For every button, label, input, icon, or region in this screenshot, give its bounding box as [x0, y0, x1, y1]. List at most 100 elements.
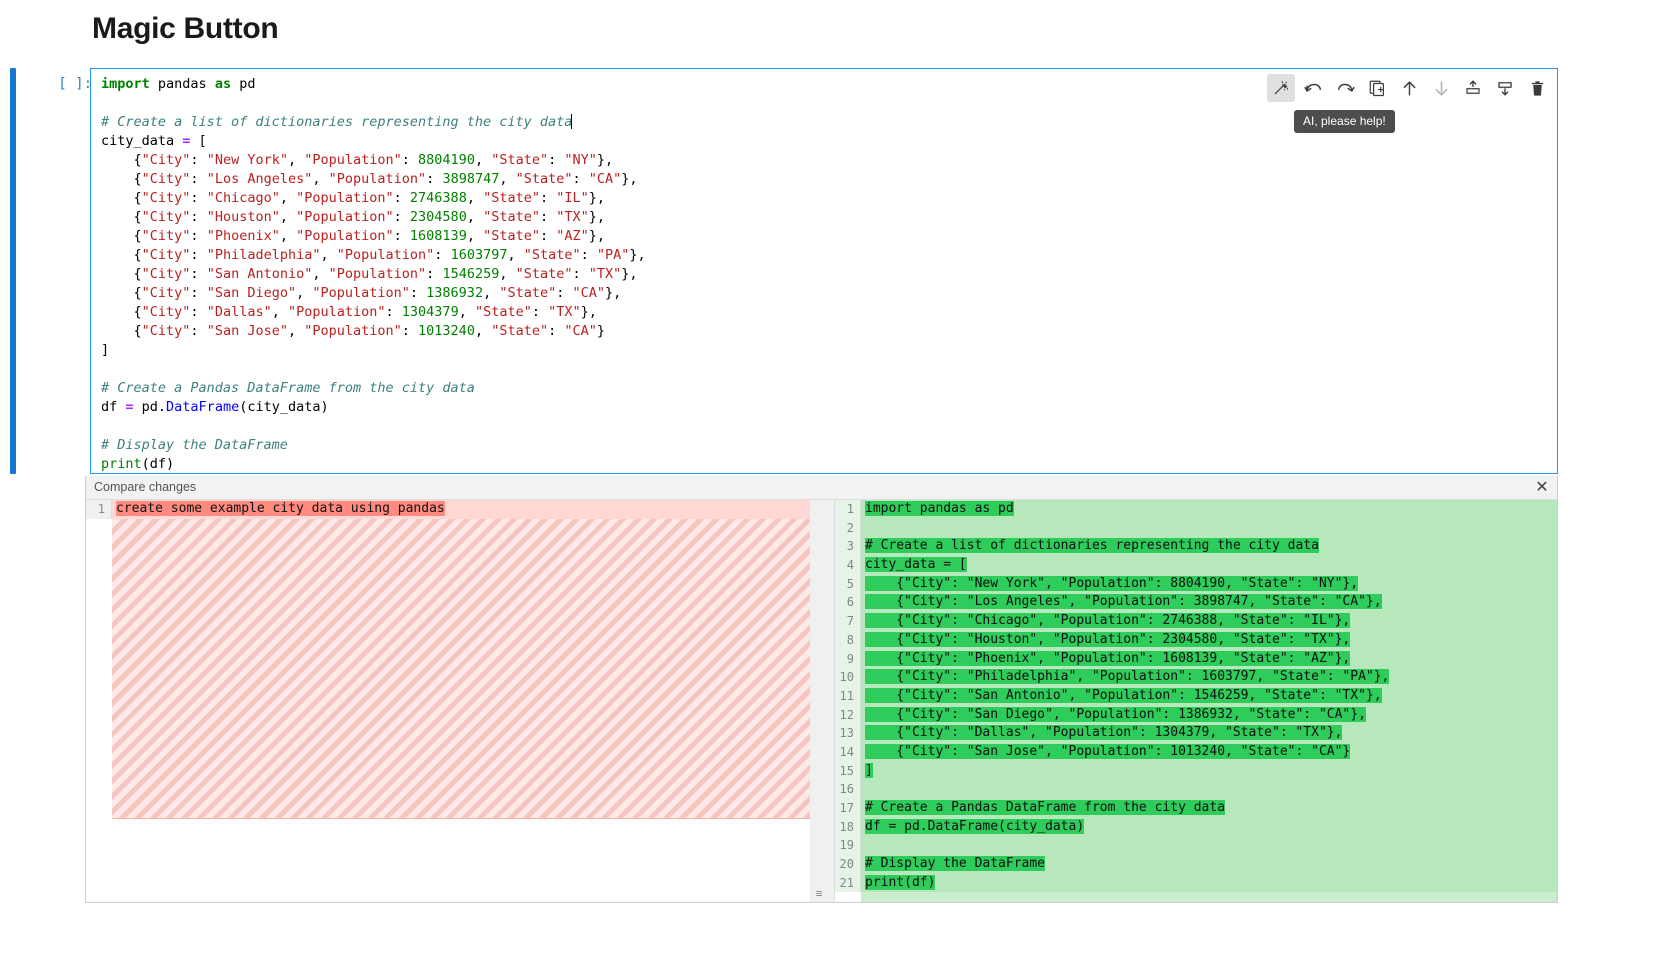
diff-line-number: 4 — [835, 556, 861, 575]
ai-magic-wand-button[interactable] — [1267, 74, 1295, 102]
diff-line-number: 11 — [835, 686, 861, 706]
diff-line: 15] — [835, 761, 1557, 781]
diff-line-number: 3 — [835, 537, 861, 557]
diff-line-text: # Display the DataFrame — [865, 856, 1046, 872]
code-line: {"City": "New York", "Population": 88041… — [101, 152, 614, 168]
code-line: {"City": "Philadelphia", "Population": 1… — [101, 247, 646, 263]
diff-line-text: {"City": "San Jose", "Population": 10132… — [865, 743, 1351, 759]
move-cell-up-button[interactable] — [1395, 74, 1423, 102]
diff-line-text: {"City": "Phoenix", "Population": 160813… — [865, 650, 1351, 666]
diff-line: 1 import pandas as pd — [835, 500, 1557, 519]
magic-wand-icon — [1272, 79, 1290, 97]
undo-button[interactable] — [1299, 74, 1327, 102]
diff-line: 10 {"City": "Philadelphia", "Population"… — [835, 668, 1557, 687]
text-caret — [571, 114, 573, 129]
diff-line: 14 {"City": "San Jose", "Population": 10… — [835, 742, 1557, 762]
code-line: # Create a list of dictionaries represen… — [101, 114, 573, 130]
insert-cell-above-button[interactable] — [1459, 74, 1487, 102]
arrow-up-icon — [1400, 79, 1419, 98]
diff-line-text: {"City": "Chicago", "Population": 274638… — [865, 613, 1351, 629]
trash-icon — [1529, 80, 1546, 97]
diff-line-number: 1 — [835, 500, 861, 519]
diff-line: 4 city_data = [ — [835, 556, 1557, 575]
code-line: import pandas as pd — [101, 76, 256, 92]
page-title: Magic Button — [92, 12, 279, 45]
diff-line-number: 17 — [835, 799, 861, 818]
diff-line-number: 2 — [835, 518, 861, 538]
diff-line-text — [861, 519, 1557, 538]
redo-button[interactable] — [1331, 74, 1359, 102]
diff-line-number: 6 — [835, 593, 861, 613]
diff-panel-title: Compare changes — [94, 480, 197, 494]
diff-body: 1 create some example city data using pan… — [86, 500, 1557, 902]
diff-line-number: 20 — [835, 855, 861, 874]
diff-line: 2 — [835, 518, 1557, 538]
diff-line: 20 # Display the DataFrame — [835, 855, 1557, 874]
diff-left-pane[interactable]: 1 create some example city data using pan… — [86, 500, 810, 902]
diff-line: 19 — [835, 836, 1557, 856]
diff-left-empty-stripes — [112, 518, 810, 819]
diff-line-number: 1 — [86, 500, 112, 519]
cell-active-indicator — [10, 68, 16, 474]
diff-line-number: 7 — [835, 612, 861, 631]
diff-line: 11 {"City": "San Antonio", "Population":… — [835, 686, 1557, 706]
copy-cell-icon — [1368, 79, 1386, 97]
diff-line-text: # Create a Pandas DataFrame from the cit… — [865, 800, 1226, 815]
diff-line-number: 18 — [835, 817, 861, 837]
diff-line-text: print(df) — [865, 874, 936, 890]
diff-line: 3 # Create a list of dictionaries represe… — [835, 537, 1557, 557]
diff-line-text — [861, 836, 1557, 855]
insert-above-icon — [1464, 79, 1482, 97]
duplicate-cell-button[interactable] — [1363, 74, 1391, 102]
diff-line-text: df = pd.DataFrame(city_data) — [865, 818, 1085, 834]
diff-line-text: {"City": "San Diego", "Population": 1386… — [865, 706, 1366, 722]
diff-line-number: 10 — [835, 668, 861, 687]
diff-line-number: 8 — [835, 630, 861, 650]
diff-line: 12 {"City": "San Diego", "Population": 1… — [835, 705, 1557, 725]
diff-collapse-handle[interactable]: ≡ — [806, 886, 832, 900]
diff-line-text: {"City": "Houston", "Population": 230458… — [865, 631, 1351, 647]
diff-line: 16 — [835, 780, 1557, 799]
diff-line: 9 {"City": "Phoenix", "Population": 1608… — [835, 649, 1557, 669]
diff-line-text: create some example city data using pand… — [116, 501, 445, 516]
diff-panel-header: Compare changes ✕ — [86, 476, 1557, 500]
diff-line: 21 print(df) — [835, 873, 1557, 893]
code-line: {"City": "San Diego", "Population": 1386… — [101, 285, 622, 301]
code-line: df = pd.DataFrame(city_data) — [101, 399, 329, 415]
code-line: {"City": "San Antonio", "Population": 15… — [101, 266, 638, 282]
ai-button-tooltip: AI, please help! — [1294, 110, 1395, 133]
diff-line-number: 9 — [835, 649, 861, 669]
diff-line-number: 5 — [835, 574, 861, 594]
compare-changes-panel: Compare changes ✕ 1 create some example c… — [85, 476, 1558, 903]
move-cell-down-button[interactable] — [1427, 74, 1455, 102]
delete-cell-button[interactable] — [1523, 74, 1551, 102]
diff-left-lines: 1 create some example city data using pan… — [86, 500, 810, 519]
diff-line-number: 12 — [835, 705, 861, 725]
diff-center-gutter — [810, 500, 835, 902]
diff-line: 8 {"City": "Houston", "Population": 2304… — [835, 630, 1557, 650]
cell-toolbar[interactable] — [1267, 74, 1551, 102]
diff-line-text: city_data = [ — [865, 557, 967, 573]
diff-line: 17 # Create a Pandas DataFrame from the c… — [835, 799, 1557, 818]
redo-icon — [1336, 79, 1355, 98]
diff-right-pane[interactable]: 1 import pandas as pd 2 3 # Create a list o… — [835, 500, 1557, 902]
diff-line-number: 13 — [835, 724, 861, 743]
code-line: {"City": "Dallas", "Population": 1304379… — [101, 304, 597, 320]
code-line: {"City": "Phoenix", "Population": 160813… — [101, 228, 606, 244]
diff-line-text: {"City": "Dallas", "Population": 1304379… — [865, 725, 1343, 741]
diff-line-number: 19 — [835, 836, 861, 856]
code-line: # Create a Pandas DataFrame from the cit… — [101, 380, 475, 396]
diff-line-text: {"City": "San Antonio", "Population": 15… — [865, 687, 1382, 703]
insert-below-icon — [1496, 79, 1514, 97]
code-line: {"City": "Chicago", "Population": 274638… — [101, 190, 606, 206]
diff-line-number: 14 — [835, 742, 861, 762]
code-line: # Display the DataFrame — [101, 437, 288, 453]
diff-line: 5 {"City": "New York", "Population": 880… — [835, 574, 1557, 594]
code-text[interactable]: import pandas as pd # Create a list of d… — [101, 75, 646, 474]
insert-cell-below-button[interactable] — [1491, 74, 1519, 102]
close-icon[interactable]: ✕ — [1533, 478, 1551, 496]
code-line: {"City": "Los Angeles", "Population": 38… — [101, 171, 638, 187]
